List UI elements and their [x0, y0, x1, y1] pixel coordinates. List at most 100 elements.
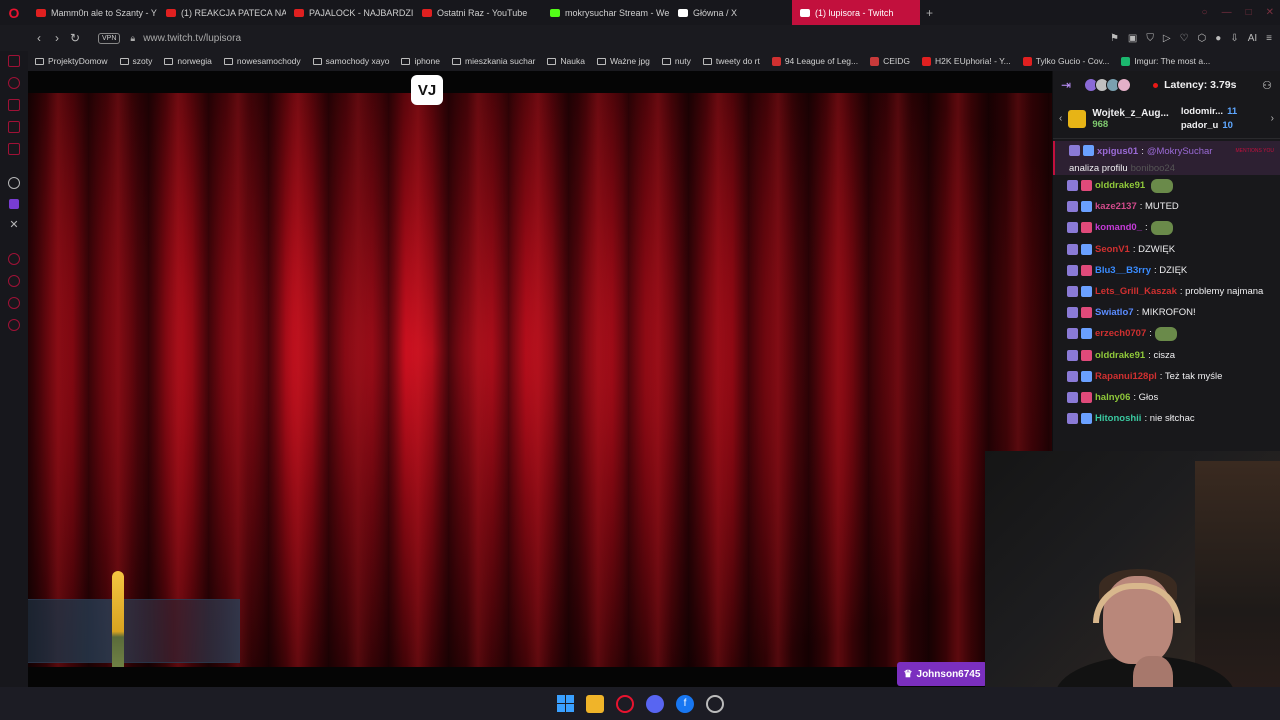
- heart-icon[interactable]: ♡: [1180, 33, 1189, 44]
- browser-tab[interactable]: PAJALOCK - NAJBARDZI: [286, 0, 414, 25]
- bookmark-item[interactable]: ProjektyDomow: [35, 56, 108, 66]
- case-opening-overlay: [28, 599, 240, 663]
- chat-username[interactable]: komand0_: [1095, 222, 1142, 233]
- chat-message[interactable]: Blu3__B3rry: DZIĘK: [1053, 260, 1280, 281]
- new-tab-button[interactable]: +: [920, 6, 939, 20]
- profile-icon[interactable]: ●: [1215, 33, 1221, 44]
- bookmark-item[interactable]: CEIDG: [870, 56, 910, 66]
- forward-button[interactable]: ›: [48, 31, 66, 45]
- chat-message[interactable]: komand0_:: [1053, 217, 1280, 238]
- bookmark-item[interactable]: Imgur: The most a...: [1121, 56, 1210, 66]
- chat-username[interactable]: olddrake91: [1095, 350, 1145, 361]
- user-settings-icon[interactable]: ⚇: [1262, 79, 1272, 92]
- steam-icon[interactable]: [706, 694, 724, 713]
- file-explorer-icon[interactable]: [586, 694, 604, 713]
- bookmark-icon[interactable]: ⚑: [1110, 33, 1119, 44]
- chat-username[interactable]: halny06: [1095, 392, 1130, 403]
- chat-username[interactable]: Lets_Grill_Kaszak: [1095, 286, 1177, 297]
- bookmark-item[interactable]: nowesamochody: [223, 56, 301, 66]
- search-icon[interactable]: ○: [1202, 7, 1208, 18]
- bookmark-item[interactable]: Nauka: [547, 56, 585, 66]
- bookmark-item[interactable]: norwegia: [164, 56, 212, 66]
- play-icon[interactable]: ▷: [1163, 33, 1171, 44]
- minimize-button[interactable]: —: [1222, 7, 1232, 18]
- discord-icon[interactable]: [646, 694, 664, 713]
- shield-icon[interactable]: ⛉: [1146, 33, 1154, 44]
- ai-button[interactable]: AI: [1248, 33, 1257, 44]
- url-field[interactable]: www.twitch.tv/lupisora: [143, 33, 241, 44]
- opera-logo-icon[interactable]: O: [0, 0, 28, 25]
- clock-icon[interactable]: [8, 275, 20, 287]
- chat-message[interactable]: SeonV1: DZWIĘK: [1053, 239, 1280, 260]
- x-icon[interactable]: ✕: [9, 219, 18, 231]
- bookmark-item[interactable]: mieszkania suchar: [452, 56, 535, 66]
- chat-username[interactable]: Hitonoshii: [1095, 413, 1141, 424]
- settings-icon[interactable]: [8, 319, 20, 331]
- chat-text: : MIKROFON!: [1136, 307, 1196, 319]
- pinboard-icon[interactable]: [8, 99, 20, 111]
- facebook-icon[interactable]: f: [676, 694, 694, 713]
- browser-tab[interactable]: Główna / X: [670, 0, 792, 25]
- chat-message[interactable]: Swiatlo7: MIKROFON!: [1053, 302, 1280, 323]
- chat-message[interactable]: olddrake91: cisza: [1053, 345, 1280, 366]
- video-player[interactable]: VJ ♛ Johnson6745: [28, 71, 1052, 687]
- vpn-badge[interactable]: VPN: [98, 32, 121, 44]
- reload-button[interactable]: ↻: [66, 31, 84, 45]
- bookmark-item[interactable]: Tylko Gucio - Cov...: [1022, 56, 1109, 66]
- extensions-icon[interactable]: ⬡: [1198, 33, 1207, 44]
- bookmark-item[interactable]: samochody xayo: [312, 56, 389, 66]
- browser-tab[interactable]: (1) lupisora - Twitch: [792, 0, 920, 25]
- chat-username[interactable]: xpigus01: [1097, 145, 1138, 158]
- speed-dial-icon[interactable]: [8, 253, 20, 265]
- chat-message[interactable]: Hitonoshii: nie słtchac: [1053, 408, 1280, 429]
- chat-mention[interactable]: @MokrySuchar: [1147, 145, 1213, 158]
- chat-message[interactable]: olddrake91: [1053, 175, 1280, 196]
- history-icon[interactable]: [8, 77, 20, 89]
- chat-message[interactable]: kaze2137: MUTED: [1053, 196, 1280, 217]
- messenger-icon[interactable]: [8, 121, 20, 133]
- chat-username[interactable]: Blu3__B3rry: [1095, 265, 1151, 276]
- close-button[interactable]: ✕: [1266, 7, 1274, 18]
- bookmark-item[interactable]: 94 League of Leg...: [771, 56, 858, 66]
- chat-username[interactable]: kaze2137: [1095, 201, 1137, 212]
- browser-tab[interactable]: mokrysuchar Stream - We: [542, 0, 670, 25]
- player-icon[interactable]: [8, 143, 20, 155]
- chat-message[interactable]: Lets_Grill_Kaszak: problemy najmana: [1053, 281, 1280, 302]
- chevron-left-icon[interactable]: ‹: [1059, 113, 1062, 124]
- bookmark-item[interactable]: iphone: [401, 56, 440, 66]
- collapse-chat-icon[interactable]: ⇥: [1061, 78, 1071, 92]
- bookmark-item[interactable]: Ważne jpg: [596, 56, 650, 66]
- menu-icon[interactable]: ≡: [1266, 33, 1272, 44]
- download-icon[interactable]: ⇩: [1230, 33, 1238, 44]
- gift-side-item[interactable]: pador_u 10: [1181, 120, 1237, 131]
- top-gifter[interactable]: Wojtek_z_Aug... 968: [1092, 108, 1169, 130]
- back-button[interactable]: ‹: [30, 31, 48, 45]
- maximize-button[interactable]: □: [1246, 7, 1252, 18]
- workspace-icon[interactable]: [8, 55, 20, 67]
- twitch-icon[interactable]: [9, 199, 19, 209]
- browser-tab[interactable]: (1) REAKCJA PATECA NA: [158, 0, 286, 25]
- chevron-right-icon[interactable]: ›: [1271, 113, 1274, 124]
- chat-message[interactable]: xpigus01: @MokrySuchar analiza profilu boni…: [1053, 141, 1280, 175]
- snapshot-icon[interactable]: ▣: [1128, 33, 1137, 44]
- chat-message[interactable]: Rapanui128pl: Też tak myśle: [1053, 366, 1280, 387]
- browser-tab[interactable]: Mamm0n ale to Szanty - Y: [28, 0, 158, 25]
- opera-taskbar-icon[interactable]: [616, 694, 634, 713]
- chat-message[interactable]: erzech0707:: [1053, 323, 1280, 344]
- gift-side-item[interactable]: lodomir... 11: [1181, 106, 1237, 117]
- chatgpt-icon[interactable]: [8, 177, 20, 189]
- chat-message[interactable]: halny06: Głos: [1053, 387, 1280, 408]
- chat-username[interactable]: Swiatlo7: [1095, 307, 1134, 318]
- lock-icon[interactable]: 🔒︎: [130, 33, 135, 44]
- bookmark-item[interactable]: nuty: [661, 56, 691, 66]
- bookmark-item[interactable]: H2K EUphoria! - Y...: [922, 56, 1011, 66]
- chat-username[interactable]: erzech0707: [1095, 328, 1146, 339]
- bookmark-item[interactable]: tweety do rt: [702, 56, 760, 66]
- chat-username[interactable]: Rapanui128pl: [1095, 371, 1157, 382]
- chat-username[interactable]: SeonV1: [1095, 244, 1130, 255]
- location-icon[interactable]: [8, 297, 20, 309]
- chat-username[interactable]: olddrake91: [1095, 180, 1145, 191]
- browser-tab[interactable]: Ostatni Raz - YouTube: [414, 0, 542, 25]
- bookmark-item[interactable]: szoty: [119, 56, 152, 66]
- windows-start-icon[interactable]: [556, 694, 574, 713]
